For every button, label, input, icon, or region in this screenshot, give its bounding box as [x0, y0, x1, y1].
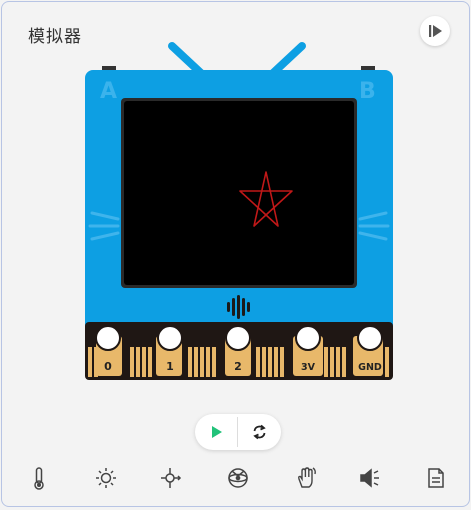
pin-gnd[interactable]: GND	[358, 362, 382, 373]
compass-icon[interactable]	[152, 460, 188, 496]
antenna-left	[168, 42, 206, 78]
pin-2[interactable]: 2	[234, 360, 242, 373]
light-icon[interactable]	[88, 460, 124, 496]
sensor-toolbar	[2, 460, 471, 496]
gesture-icon[interactable]	[288, 460, 324, 496]
pin-0[interactable]: 0	[104, 360, 112, 373]
step-forward-icon	[429, 25, 442, 37]
file-icon[interactable]	[418, 460, 454, 496]
simulator-panel: 模拟器 A B 0 1 2 3V GND	[1, 1, 470, 507]
play-icon	[212, 426, 222, 438]
step-button[interactable]	[420, 16, 450, 46]
reset-button[interactable]	[238, 414, 281, 450]
panel-title: 模拟器	[28, 27, 82, 47]
button-a-label[interactable]: A	[100, 79, 117, 104]
antenna-right	[268, 42, 306, 78]
device-board: A B 0 1 2 3V GND	[84, 40, 394, 382]
sound-icon[interactable]	[352, 460, 388, 496]
refresh-icon	[253, 424, 266, 440]
accelerometer-icon[interactable]	[220, 460, 256, 496]
run-controls	[195, 414, 281, 450]
run-button[interactable]	[195, 414, 238, 450]
pin-1[interactable]: 1	[166, 360, 174, 373]
pin-3v[interactable]: 3V	[301, 362, 316, 373]
button-b-label[interactable]: B	[359, 79, 376, 104]
led-screen	[124, 101, 354, 285]
thermometer-icon[interactable]	[21, 460, 57, 496]
